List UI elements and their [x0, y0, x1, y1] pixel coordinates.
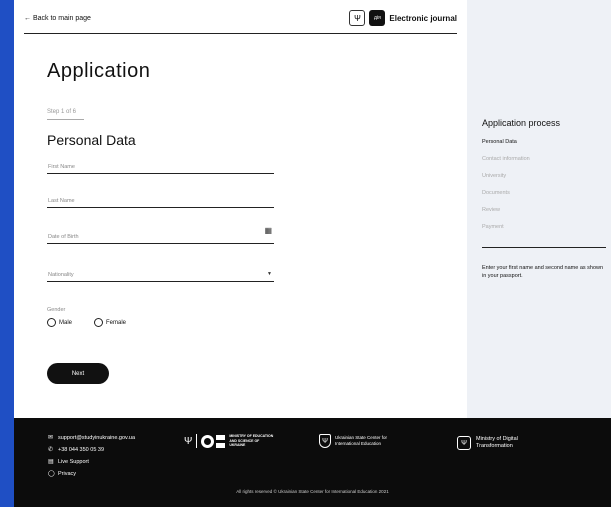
- footer-phone-text: +38 044 350 05 39: [58, 446, 105, 453]
- trident-shield-icon: Ψ: [319, 434, 331, 448]
- dob-field[interactable]: Date of Birth ▦: [47, 226, 274, 244]
- male-label: Male: [59, 319, 73, 326]
- copyright: All rights reserved © Ukrainian State Ce…: [236, 489, 389, 494]
- process-step-documents: Documents: [482, 190, 510, 196]
- mdt-logo-text: Ministry of Digital Transformation: [476, 436, 518, 450]
- mes-mark-icon: [201, 434, 226, 448]
- dob-placeholder: Date of Birth: [48, 234, 79, 240]
- footer-live-support[interactable]: ▤ Live Support: [48, 458, 89, 466]
- male-radio[interactable]: [47, 318, 56, 327]
- center-logo[interactable]: Ψ Ukrainian State Center for Internation…: [319, 434, 397, 448]
- footer-email[interactable]: ✉ support@studyinukraine.gov.ua: [48, 434, 136, 442]
- footer-privacy-text: Privacy: [58, 470, 77, 477]
- chat-icon: ▤: [48, 459, 54, 465]
- section-title: Personal Data: [47, 132, 136, 148]
- gender-female-option[interactable]: Female: [94, 318, 126, 327]
- process-sidebar: Application process Personal Data Contac…: [467, 0, 611, 418]
- process-step-review: Review: [482, 207, 501, 213]
- female-label: Female: [106, 319, 127, 326]
- chevron-down-icon: ▼: [267, 271, 272, 277]
- header-title: Electronic journal: [389, 13, 457, 23]
- next-button[interactable]: Next: [47, 363, 109, 384]
- step-underline: [47, 119, 84, 120]
- center-logo-text: Ukrainian State Center for International…: [335, 435, 388, 446]
- last-name-placeholder: Last Name: [48, 198, 75, 204]
- page-frame: ← Back to main page Ψ дія Electronic jou…: [14, 0, 611, 507]
- header-logo[interactable]: Ψ дія Electronic journal: [349, 10, 457, 26]
- first-name-field[interactable]: First Name: [47, 162, 274, 174]
- footer-live-support-text: Live Support: [58, 458, 89, 465]
- process-step-payment: Payment: [482, 224, 504, 230]
- last-name-field[interactable]: Last Name: [47, 196, 274, 208]
- trident-icon: Ψ: [457, 436, 471, 451]
- nationality-select[interactable]: Nationality ▼: [47, 270, 274, 282]
- page-title: Application: [47, 60, 151, 82]
- top-bar: ← Back to main page Ψ дія Electronic jou…: [24, 10, 457, 34]
- process-title: Application process: [482, 118, 561, 128]
- mdt-logo[interactable]: Ψ Ministry of Digital Transformation: [457, 436, 546, 451]
- phone-icon: ✆: [48, 447, 54, 453]
- female-radio[interactable]: [94, 318, 103, 327]
- main-panel: ← Back to main page Ψ дія Electronic jou…: [14, 0, 467, 418]
- mes-logo-text: MINISTRY OF EDUCATION AND SCIENCE OF UKR…: [229, 434, 274, 448]
- process-hint: Enter your first name and second name as…: [482, 265, 604, 279]
- process-step-personal-data: Personal Data: [482, 139, 517, 145]
- footer-email-text: support@studyinukraine.gov.ua: [58, 434, 136, 441]
- back-link[interactable]: ← Back to main page: [24, 15, 91, 22]
- first-name-placeholder: First Name: [48, 164, 75, 170]
- process-divider: [482, 247, 606, 248]
- gender-male-option[interactable]: Male: [47, 318, 72, 327]
- process-step-university: University: [482, 173, 507, 179]
- mes-logo[interactable]: Ψ MINISTRY OF EDUCATION AND SCIENCE OF U…: [184, 434, 275, 448]
- trident-icon: Ψ: [349, 10, 366, 26]
- nationality-placeholder: Nationality: [48, 272, 74, 278]
- calendar-icon[interactable]: ▦: [264, 226, 272, 235]
- logo-separator: [196, 434, 198, 448]
- footer: ✉ support@studyinukraine.gov.ua ✆ +38 04…: [14, 418, 611, 507]
- shield-icon: ◯: [48, 471, 55, 477]
- process-step-contact: Contact information: [482, 156, 530, 162]
- step-indicator: Step 1 of 6: [47, 109, 77, 115]
- trident-icon: Ψ: [184, 435, 193, 447]
- footer-privacy[interactable]: ◯ Privacy: [48, 470, 77, 478]
- footer-phone[interactable]: ✆ +38 044 350 05 39: [48, 446, 105, 454]
- diia-icon: дія: [369, 10, 386, 26]
- mail-icon: ✉: [48, 435, 54, 441]
- gender-label: Gender: [47, 307, 66, 313]
